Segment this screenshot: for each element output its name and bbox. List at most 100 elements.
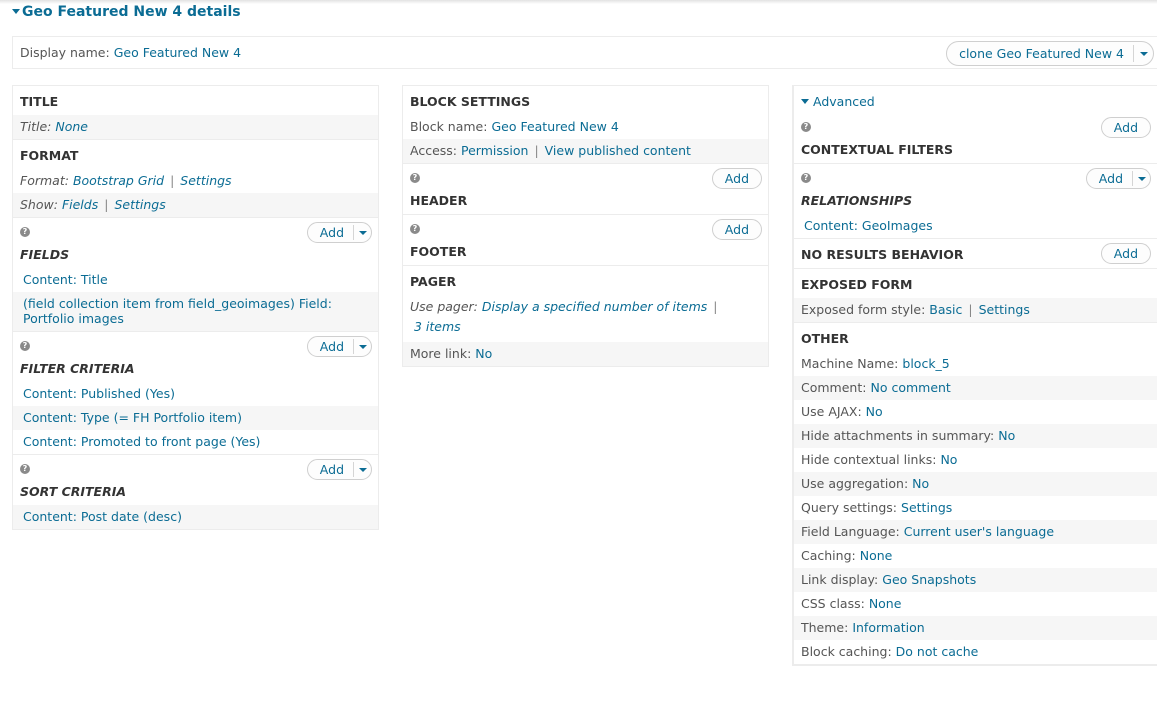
relationships-add-button[interactable]: Add bbox=[1085, 168, 1151, 189]
filter-item[interactable]: Content: Promoted to front page (Yes) bbox=[13, 430, 378, 454]
exposed-style-link[interactable]: Basic bbox=[929, 302, 962, 317]
setting-value-link[interactable]: None bbox=[869, 596, 902, 611]
setting-label: Machine Name: bbox=[801, 356, 899, 371]
setting-value-link[interactable]: None bbox=[860, 548, 893, 563]
add-label[interactable]: Add bbox=[308, 339, 353, 354]
add-dropdown-toggle[interactable] bbox=[353, 225, 371, 240]
add-dropdown-toggle[interactable] bbox=[353, 339, 371, 354]
contextual-add-button[interactable]: Add bbox=[1100, 117, 1151, 138]
help-icon[interactable]: ? bbox=[801, 173, 811, 183]
setting-label: Caching: bbox=[801, 548, 856, 563]
add-label[interactable]: Add bbox=[1102, 120, 1150, 135]
section-heading: OTHER bbox=[801, 331, 849, 346]
setting-value-link[interactable]: No bbox=[940, 452, 957, 467]
setting-value-link[interactable]: No comment bbox=[870, 380, 950, 395]
help-icon[interactable]: ? bbox=[410, 173, 420, 183]
section-heading: FOOTER bbox=[410, 244, 467, 259]
show-value-link[interactable]: Fields bbox=[62, 197, 98, 212]
more-link-row: More link: No bbox=[403, 342, 768, 366]
sort-add-button[interactable]: Add bbox=[306, 459, 372, 480]
other-setting-row: Link display: Geo Snapshots bbox=[794, 568, 1157, 592]
setting-value-link[interactable]: Current user's language bbox=[904, 524, 1054, 539]
add-label[interactable]: Add bbox=[713, 171, 761, 186]
display-name-link[interactable]: Geo Featured New 4 bbox=[114, 45, 241, 60]
access-row: Access: Permission | View published content bbox=[403, 139, 768, 163]
setting-value-link[interactable]: Information bbox=[852, 620, 924, 635]
field-item[interactable]: Content: Title bbox=[13, 268, 378, 292]
show-settings-link[interactable]: Settings bbox=[114, 197, 165, 212]
show-label: Show: bbox=[20, 197, 58, 212]
sort-toolbar: ? Add bbox=[13, 455, 378, 481]
advanced-toggle[interactable]: Advanced bbox=[794, 86, 1157, 113]
header-add-button[interactable]: Add bbox=[711, 168, 762, 189]
section-title: TITLE Title: None bbox=[13, 86, 378, 140]
help-icon[interactable]: ? bbox=[20, 341, 30, 351]
details-toggle[interactable]: Geo Featured New 4 details bbox=[12, 4, 241, 20]
format-settings-link[interactable]: Settings bbox=[180, 173, 231, 188]
no-results-add-button[interactable]: Add bbox=[1100, 243, 1151, 264]
display-name: Display name: Geo Featured New 4 bbox=[20, 45, 241, 60]
clone-dropdown-toggle[interactable] bbox=[1133, 45, 1153, 62]
other-setting-row: Comment: No comment bbox=[794, 376, 1157, 400]
exposed-style-label: Exposed form style: bbox=[801, 302, 926, 317]
pager-items-link[interactable]: 3 items bbox=[414, 319, 461, 334]
separator: | bbox=[968, 302, 973, 317]
add-label[interactable]: Add bbox=[713, 222, 761, 237]
clone-button-label[interactable]: clone Geo Featured New 4 bbox=[947, 46, 1133, 61]
footer-add-button[interactable]: Add bbox=[711, 219, 762, 240]
setting-value-link[interactable]: No bbox=[866, 404, 883, 419]
setting-value-link[interactable]: block_5 bbox=[902, 356, 949, 371]
more-link-value[interactable]: No bbox=[475, 346, 492, 361]
access-value-link[interactable]: Permission bbox=[461, 143, 528, 158]
add-label[interactable]: Add bbox=[308, 462, 353, 477]
section-heading: TITLE bbox=[20, 94, 59, 109]
other-setting-row: Field Language: Current user's language bbox=[794, 520, 1157, 544]
title-value-link[interactable]: None bbox=[55, 119, 88, 134]
filter-add-button[interactable]: Add bbox=[306, 336, 372, 357]
other-setting-row: Machine Name: block_5 bbox=[794, 352, 1157, 376]
format-label: Format: bbox=[20, 173, 69, 188]
help-icon[interactable]: ? bbox=[801, 122, 811, 132]
use-pager-link[interactable]: Display a specified number of items bbox=[482, 299, 707, 314]
exposed-settings-link[interactable]: Settings bbox=[979, 302, 1030, 317]
advanced-label: Advanced bbox=[813, 94, 875, 109]
column-middle: BLOCK SETTINGS Block name: Geo Featured N… bbox=[402, 85, 769, 367]
setting-value-link[interactable]: No bbox=[998, 428, 1015, 443]
relationships-toolbar: ? Add bbox=[794, 164, 1157, 190]
help-icon[interactable]: ? bbox=[410, 224, 420, 234]
title-row: Title: None bbox=[13, 115, 378, 139]
block-name-label: Block name: bbox=[410, 119, 488, 134]
add-dropdown-toggle[interactable] bbox=[1132, 171, 1150, 186]
add-label[interactable]: Add bbox=[1087, 171, 1132, 186]
details-title-text: Geo Featured New 4 details bbox=[22, 4, 241, 20]
access-label: Access: bbox=[410, 143, 458, 158]
add-label[interactable]: Add bbox=[308, 225, 353, 240]
help-icon[interactable]: ? bbox=[20, 227, 30, 237]
setting-label: Use aggregation: bbox=[801, 476, 909, 491]
add-label[interactable]: Add bbox=[1102, 246, 1150, 261]
field-item[interactable]: (field collection item from field_geoima… bbox=[13, 292, 378, 331]
other-setting-row: Query settings: Settings bbox=[794, 496, 1157, 520]
collapse-triangle-icon bbox=[801, 99, 809, 104]
fields-add-button[interactable]: Add bbox=[306, 222, 372, 243]
header-toolbar: ? Add bbox=[403, 164, 768, 190]
block-name-row: Block name: Geo Featured New 4 bbox=[403, 115, 768, 139]
add-dropdown-toggle[interactable] bbox=[353, 462, 371, 477]
access-detail-link[interactable]: View published content bbox=[545, 143, 691, 158]
sort-item[interactable]: Content: Post date (desc) bbox=[13, 505, 378, 529]
filter-item[interactable]: Content: Type (= FH Portfolio item) bbox=[13, 406, 378, 430]
title-label: Title: bbox=[20, 119, 52, 134]
format-value-link[interactable]: Bootstrap Grid bbox=[73, 173, 164, 188]
other-setting-row: CSS class: None bbox=[794, 592, 1157, 616]
filter-item[interactable]: Content: Published (Yes) bbox=[13, 382, 378, 406]
chevron-down-icon bbox=[358, 467, 367, 472]
block-name-link[interactable]: Geo Featured New 4 bbox=[491, 119, 618, 134]
setting-value-link[interactable]: No bbox=[912, 476, 929, 491]
display-name-label: Display name: bbox=[20, 45, 110, 60]
setting-value-link[interactable]: Do not cache bbox=[896, 644, 979, 659]
clone-display-button[interactable]: clone Geo Featured New 4 bbox=[946, 41, 1154, 66]
relationship-item[interactable]: Content: GeoImages bbox=[794, 214, 1157, 238]
setting-value-link[interactable]: Geo Snapshots bbox=[882, 572, 976, 587]
help-icon[interactable]: ? bbox=[20, 464, 30, 474]
setting-value-link[interactable]: Settings bbox=[901, 500, 952, 515]
